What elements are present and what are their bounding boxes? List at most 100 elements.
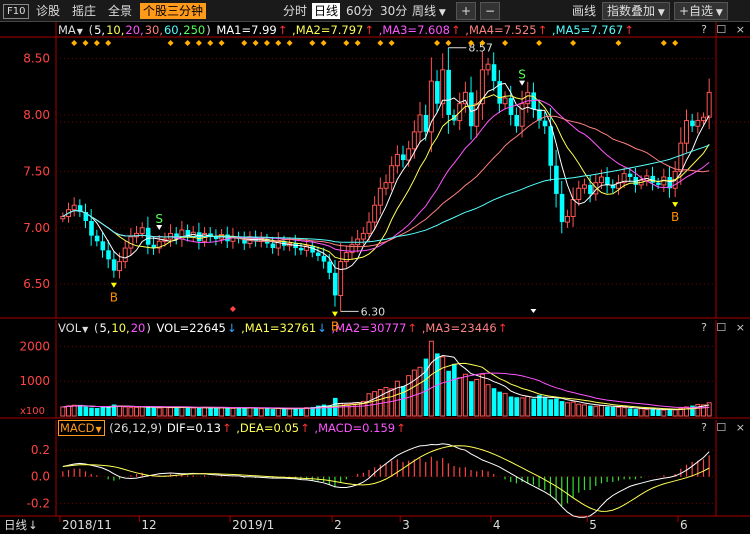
volume-bar [60,406,66,417]
candle-body [559,193,565,223]
candle-body [60,215,66,220]
event-diamond-icon [195,40,202,46]
candle-body [377,187,383,206]
volume-bar [525,396,531,417]
candle-body [485,63,491,71]
volume-bar [225,408,230,416]
candle-body [690,120,695,127]
volume-bar [128,407,134,417]
candle-body [581,184,587,189]
volume-bar [242,408,247,416]
stock-chart: 6.507.007.508.008.508.576.30BBBSS1000200… [0,22,750,532]
volume-bar [598,405,604,417]
volume-bar [638,408,644,417]
date-label-2: 2019/1 [232,518,274,532]
event-diamond-icon [445,40,452,46]
volume-bar [479,373,485,417]
volume-bar [621,407,627,417]
volume-bar [213,408,219,416]
volume-bar [275,407,281,417]
candle-body [514,114,519,127]
buy-signal-0: B [110,291,118,305]
volume-bar [428,340,434,417]
buy-signal-2: B [671,210,679,224]
candle-body [491,64,497,82]
volume-bar [270,409,276,416]
volume-bar [514,397,519,416]
sell-signal-0: S [155,212,163,226]
event-diamond-icon [93,40,100,46]
candle-body [372,204,378,223]
arrow-down-icon: ↓ [28,518,38,532]
volume-bar [485,384,491,417]
event-diamond-icon [286,40,293,46]
volume-bar [179,406,185,417]
event-diamond-icon [536,40,543,46]
period-switch[interactable]: 日线↓ [4,517,39,533]
volume-bar [581,404,587,417]
event-diamond-icon [570,40,577,46]
price-tick-label-3: 8.00 [23,108,50,122]
candle-body [389,165,395,184]
event-diamond-icon [309,40,316,46]
volume-bar [202,406,208,417]
vol-tick-label-0: 1000 [19,374,50,388]
volume-bar [156,407,162,417]
volume-bar [145,406,151,416]
event-diamond-icon [207,40,214,46]
volume-bar [168,407,174,417]
candle-body [168,232,174,240]
volume-bar [293,408,298,416]
volume-bar [570,401,576,417]
event-diamond-icon [229,306,236,312]
macd-tick-label-0: -0.2 [27,496,50,510]
volume-bar [497,391,502,416]
date-label-1: 12 [141,518,156,532]
volume-bar [695,404,701,417]
volume-bar [519,397,525,417]
volume-bar [440,356,446,417]
candle-body [315,252,321,256]
candle-body [383,182,389,189]
volume-bar [462,373,468,417]
volume-bar [531,398,537,416]
volume-bar [690,405,695,416]
volume-bar [406,375,412,417]
event-diamond-icon [184,40,191,46]
buy-signal-1: B [331,320,339,334]
event-diamond-icon [105,40,112,46]
volume-bar [94,408,100,416]
volume-bar [633,409,639,416]
event-diamond-icon [71,40,78,46]
volume-bar [196,408,202,416]
candle-body [94,235,100,242]
event-diamond-icon [377,40,384,46]
volume-bar [537,395,542,416]
candle-body [106,250,111,260]
volume-bar [661,409,667,417]
volume-bar [83,406,89,416]
event-diamond-icon [672,40,679,46]
volume-bar [389,388,395,417]
volume-bar [174,406,179,416]
volume-bar [106,406,111,416]
candle-body [338,261,344,296]
volume-bar [253,408,259,416]
volume-bar [474,378,480,417]
candle-body [89,220,94,236]
date-label-4: 3 [402,518,410,532]
volume-bar [672,409,678,417]
candle-body [548,126,554,166]
volume-bar [446,370,451,416]
sell-arrow-icon [519,80,526,86]
volume-bar [576,403,582,417]
volume-bar [423,358,429,416]
event-diamond-icon [615,40,622,46]
volume-bar [610,406,616,416]
volume-bar [508,396,514,416]
volume-bar [548,399,554,416]
candle-body [435,81,440,104]
price-tick-label-0: 6.50 [23,277,50,291]
candle-body [343,252,349,263]
volume-bar [190,407,196,417]
